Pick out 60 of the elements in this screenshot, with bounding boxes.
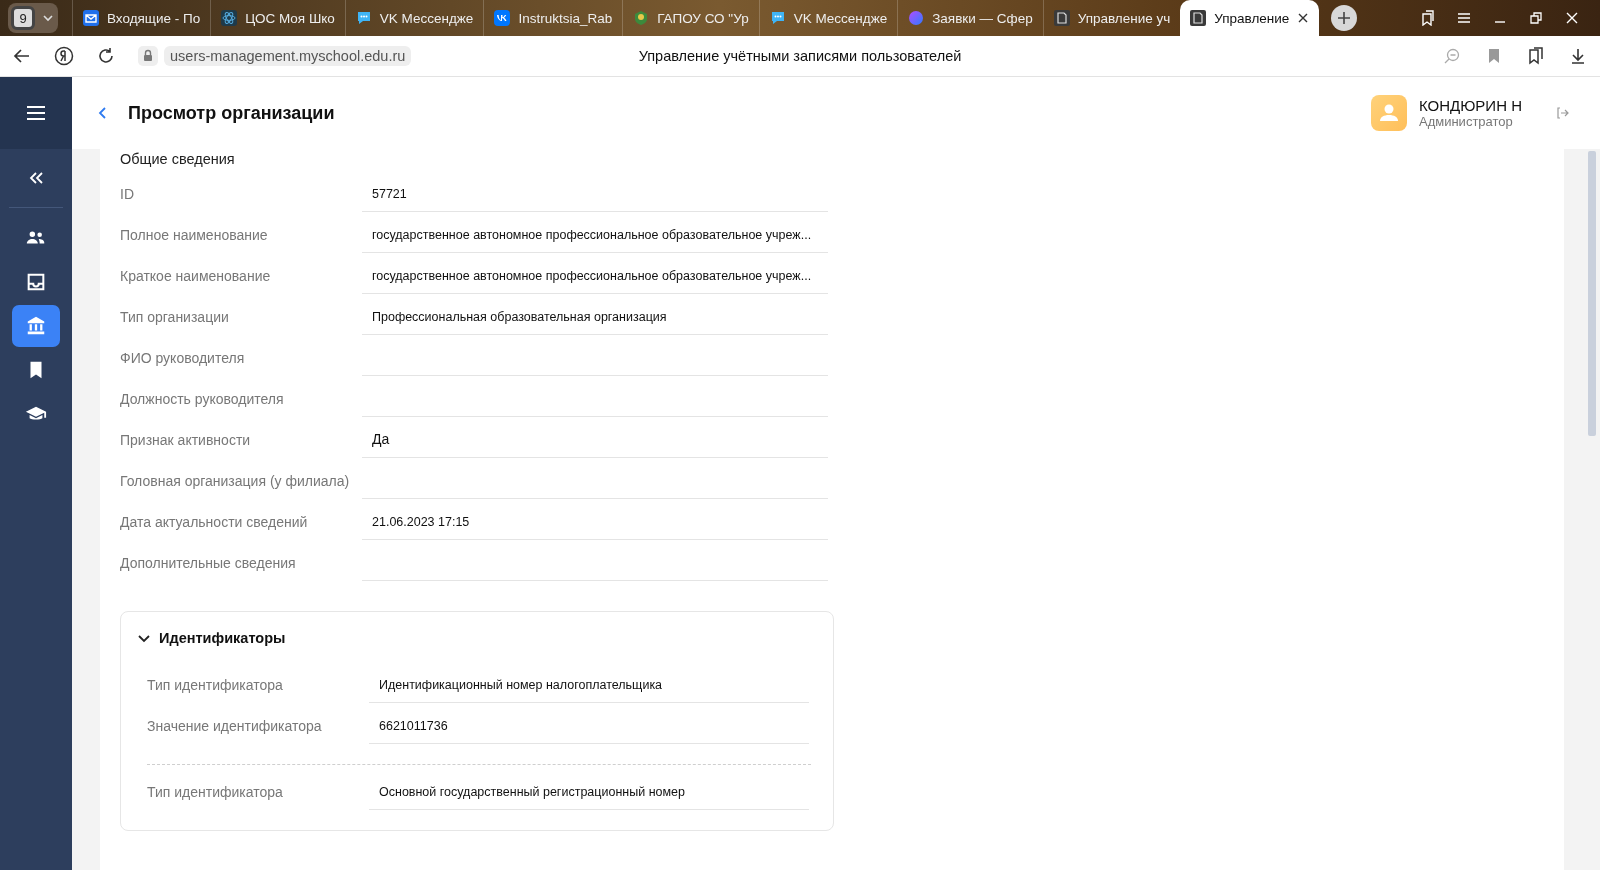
new-tab-button[interactable] <box>1331 5 1358 31</box>
field-value: Основной государственный регистрационный номер <box>369 785 809 810</box>
reload-icon[interactable] <box>96 46 116 66</box>
scrollbar-thumb[interactable] <box>1588 151 1596 436</box>
field-value: государственное автономное профессиональное образовательное учреж... <box>362 269 828 294</box>
field-label: Головная организация (у филиала) <box>120 473 351 491</box>
field-label: Тип идентификатора <box>147 784 284 802</box>
close-icon[interactable] <box>1564 10 1580 26</box>
chat-icon <box>355 10 372 26</box>
document-icon <box>1190 10 1207 26</box>
menu-icon <box>26 105 46 121</box>
collections-icon[interactable] <box>1420 10 1436 26</box>
menu-icon[interactable] <box>1456 10 1472 26</box>
tab-count[interactable]: 9 <box>11 6 35 30</box>
document-icon <box>1053 10 1070 26</box>
menu-button[interactable] <box>0 77 72 149</box>
field-value: 6621011736 <box>369 719 809 744</box>
field-label: Значение идентификатора <box>147 718 323 736</box>
page-heading: Просмотр организации <box>128 102 335 124</box>
field-value: Профессиональная образовательная организация <box>362 310 828 335</box>
page-title: Управление учётными записями пользователей <box>638 48 962 64</box>
field-value: 21.06.2023 17:15 <box>362 515 828 540</box>
field-value: Да <box>362 431 828 458</box>
field-value: 57721 <box>362 187 828 212</box>
emblem-icon <box>633 10 650 26</box>
field-label: Тип организации <box>120 309 230 327</box>
yandex-logo-icon[interactable] <box>54 46 74 66</box>
field-value: Идентификационный номер налогоплательщика <box>369 678 809 703</box>
logout-icon[interactable] <box>1556 106 1570 120</box>
field-label: Краткое наименование <box>120 268 272 286</box>
vk-icon <box>494 10 511 26</box>
user-name: КОНДЮРИН Н <box>1419 97 1522 114</box>
atom-icon <box>221 10 238 26</box>
close-icon[interactable] <box>1297 12 1310 24</box>
restore-icon[interactable] <box>1528 10 1544 26</box>
field-label: Полное наименование <box>120 227 269 245</box>
avatar-icon <box>1371 95 1407 131</box>
plus-icon <box>1337 11 1352 25</box>
lock-icon[interactable] <box>138 46 158 66</box>
field-label: Дополнительные сведения <box>120 555 297 573</box>
section-title: Общие сведения <box>120 151 236 167</box>
panel-title[interactable]: Идентификаторы <box>159 630 286 646</box>
field-label: ID <box>120 186 135 204</box>
field-label: Дата актуальности сведений <box>120 514 309 532</box>
sphere-icon <box>908 10 925 26</box>
address-field[interactable]: users-management.myschool.edu.ru <box>164 46 412 66</box>
chat-icon <box>769 10 786 26</box>
browser-tab[interactable]: Управление <box>1180 0 1320 36</box>
user-role: Администратор <box>1419 114 1514 129</box>
field-label: Признак активности <box>120 432 252 450</box>
field-label: ФИО руководителя <box>120 350 246 368</box>
mail-icon <box>83 10 99 26</box>
collections-icon[interactable] <box>1526 46 1546 66</box>
inbox-icon <box>25 271 47 293</box>
field-label: Должность руководителя <box>120 391 285 409</box>
sidebar-item[interactable] <box>12 305 60 347</box>
field-value: государственное автономное профессиональное образовательное учреж... <box>362 228 828 253</box>
bank-icon <box>25 315 47 337</box>
field-label: Тип идентификатора <box>147 677 284 695</box>
collapse-icon[interactable] <box>28 171 44 185</box>
